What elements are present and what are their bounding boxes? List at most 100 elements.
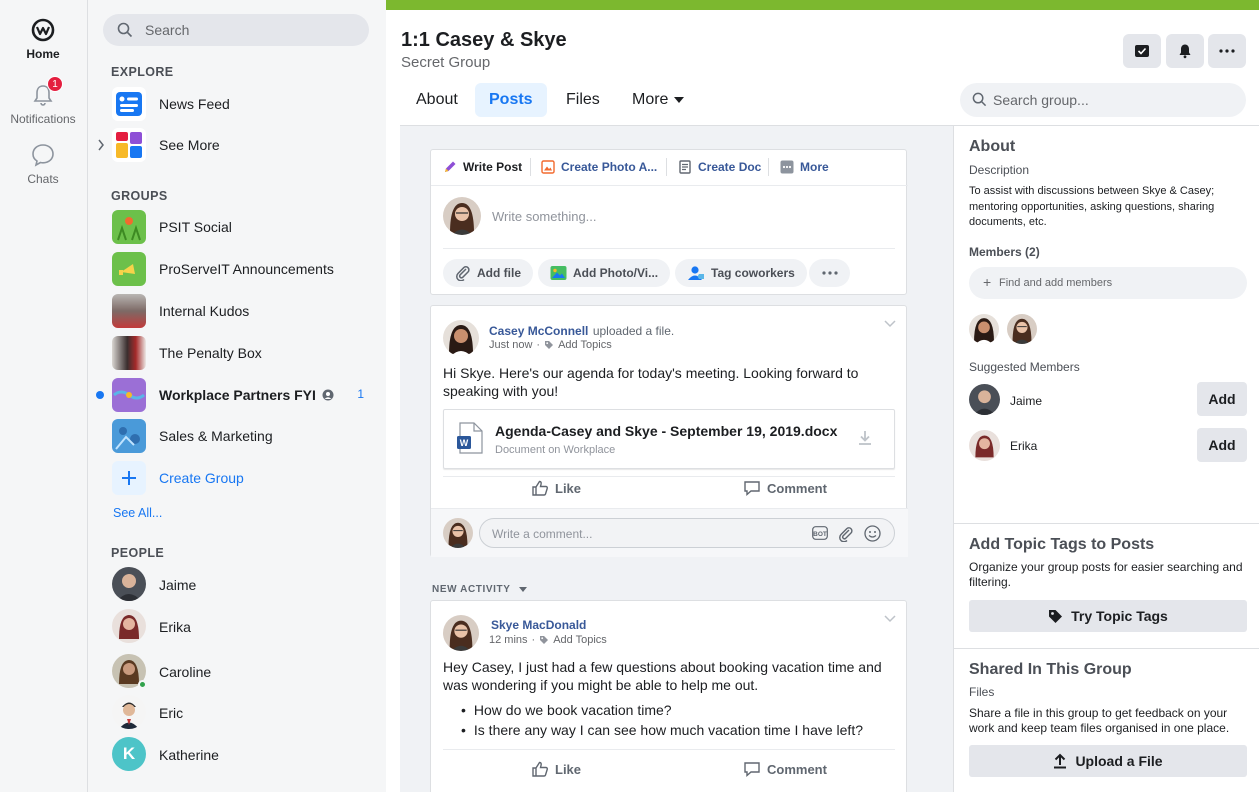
suggested-name[interactable]: Jaime <box>1010 394 1042 408</box>
composer-tab-more[interactable]: More <box>780 160 829 174</box>
notifications-button[interactable] <box>1166 34 1204 68</box>
chevron-down-icon[interactable] <box>884 320 896 328</box>
tag-coworkers-button[interactable]: Tag coworkers <box>675 259 807 287</box>
rail-notifications[interactable]: 1 Notifications <box>0 76 86 126</box>
section-divider <box>954 648 1259 649</box>
composer-more-button[interactable] <box>809 259 850 287</box>
author-name[interactable]: Skye MacDonald <box>491 618 586 632</box>
button-label: Upload a File <box>1075 753 1163 769</box>
add-member-button[interactable]: Add <box>1197 382 1247 416</box>
group-search-input[interactable]: Search group... <box>960 83 1246 117</box>
explore-header: EXPLORE <box>111 65 174 79</box>
nav-item-sales-marketing[interactable]: Sales & Marketing <box>112 418 382 454</box>
photo-icon <box>550 266 567 280</box>
comment-input[interactable]: Write a comment... BOT <box>479 518 895 548</box>
bot-icon[interactable]: BOT <box>812 526 828 540</box>
nav-item-proserveit-announcements[interactable]: ProServeIT Announcements <box>112 251 382 287</box>
file-name: Agenda-Casey and Skye - September 19, 20… <box>495 423 838 439</box>
add-file-button[interactable]: Add file <box>443 259 533 287</box>
nav-item-see-more[interactable]: See More <box>98 127 382 163</box>
nav-person-erika[interactable]: Erika <box>112 609 382 645</box>
post-body: Hey Casey, I just had a few questions ab… <box>443 659 882 693</box>
like-button[interactable]: Like <box>531 760 581 778</box>
rail-chats[interactable]: Chats <box>0 142 86 186</box>
nav-item-penalty-box[interactable]: The Penalty Box <box>112 335 382 371</box>
see-all-link[interactable]: See All... <box>113 506 162 520</box>
composer-input[interactable]: Write something... <box>492 209 597 224</box>
more-options-button[interactable] <box>1208 34 1246 68</box>
chevron-down-icon[interactable] <box>884 615 896 623</box>
user-avatar <box>443 197 481 235</box>
page-title: 1:1 Casey & Skye <box>401 29 567 51</box>
try-topic-tags-button[interactable]: Try Topic Tags <box>969 600 1247 632</box>
comment-button[interactable]: Comment <box>743 479 827 497</box>
nav-item-label: ProServeIT Announcements <box>159 261 334 277</box>
download-icon[interactable] <box>858 430 872 446</box>
composer-divider <box>443 248 895 249</box>
composer-tab-create-doc[interactable]: Create Doc <box>678 160 761 174</box>
tab-more[interactable]: More <box>618 83 698 117</box>
nav-item-news-feed[interactable]: News Feed <box>112 86 382 122</box>
add-member-button[interactable]: Add <box>1197 428 1247 462</box>
create-group-button[interactable]: Create Group <box>112 460 382 496</box>
member-avatar[interactable] <box>969 314 999 344</box>
nav-item-internal-kudos[interactable]: Internal Kudos <box>112 293 382 329</box>
topic-tags-title: Add Topic Tags to Posts <box>969 536 1155 553</box>
find-members-input[interactable]: + Find and add members <box>969 267 1247 299</box>
nav-item-label: Katherine <box>159 747 219 763</box>
file-attachment[interactable]: W Agenda-Casey and Skye - September 19, … <box>443 409 895 469</box>
chat-bubble-icon <box>32 144 54 167</box>
actions-divider <box>443 749 895 750</box>
list-item: • How do we book vacation time? <box>461 702 672 718</box>
nav-item-workplace-partners-fyi[interactable]: Workplace Partners FYI 1 <box>96 377 382 413</box>
suggested-avatar[interactable] <box>969 384 1000 415</box>
author-avatar[interactable] <box>443 615 479 651</box>
avatar: K <box>112 737 146 771</box>
workplace-logo-icon <box>31 18 55 42</box>
author-avatar[interactable] <box>443 320 479 356</box>
nav-person-katherine[interactable]: K Katherine <box>112 737 382 773</box>
composer-tab-create-photo-album[interactable]: Create Photo A... <box>541 160 657 174</box>
new-activity-filter[interactable]: NEW ACTIVITY <box>432 584 527 595</box>
inbox-button[interactable] <box>1123 34 1161 68</box>
rail-home[interactable]: Home <box>0 17 86 61</box>
paperclip-icon[interactable] <box>838 526 854 542</box>
upload-file-button[interactable]: Upload a File <box>969 745 1247 777</box>
author-name[interactable]: Casey McConnell <box>489 324 588 338</box>
like-button[interactable]: Like <box>531 479 581 497</box>
rail-home-label: Home <box>26 47 60 61</box>
user-avatar <box>443 518 473 548</box>
main-content: 1:1 Casey & Skye Secret Group About Post… <box>386 0 1259 792</box>
online-status-dot <box>138 680 147 689</box>
nav-person-caroline[interactable]: Caroline <box>112 654 382 690</box>
emoji-icon[interactable] <box>864 525 881 542</box>
composer-tab-label: More <box>800 160 829 174</box>
add-topics-link[interactable]: Add Topics <box>558 339 612 351</box>
list-item: • Is there any way I can see how much vac… <box>461 722 863 738</box>
add-photo-video-button[interactable]: Add Photo/Vi... <box>538 259 671 287</box>
comment-area: Write a comment... BOT <box>431 508 908 557</box>
add-topics-link[interactable]: Add Topics <box>553 634 607 646</box>
nav-person-eric[interactable]: Eric <box>112 695 382 731</box>
comment-button[interactable]: Comment <box>743 760 827 778</box>
unread-dot <box>96 391 104 399</box>
member-avatar[interactable] <box>1007 314 1037 344</box>
group-thumbnail <box>112 210 146 244</box>
post-timestamp[interactable]: 12 mins <box>489 634 528 646</box>
bullet-text: How do we book vacation time? <box>473 702 672 718</box>
nav-item-psit-social[interactable]: PSIT Social <box>112 209 382 245</box>
tab-about[interactable]: About <box>402 83 472 117</box>
post-header: Skye MacDonald <box>491 616 586 634</box>
caret-down-icon <box>673 96 684 103</box>
nav-search-input[interactable]: Search <box>103 14 369 46</box>
tab-files[interactable]: Files <box>552 83 614 117</box>
suggested-avatar[interactable] <box>969 430 1000 461</box>
composer-tab-write-post[interactable]: Write Post <box>443 160 522 174</box>
post-timestamp[interactable]: Just now <box>489 339 532 351</box>
nav-item-label: Workplace Partners FYI <box>159 387 316 403</box>
tag-icon <box>1049 609 1063 623</box>
tab-posts[interactable]: Posts <box>475 83 547 117</box>
suggested-name[interactable]: Erika <box>1010 439 1037 453</box>
nav-person-jaime[interactable]: Jaime <box>112 567 382 603</box>
unread-count: 1 <box>357 387 364 401</box>
